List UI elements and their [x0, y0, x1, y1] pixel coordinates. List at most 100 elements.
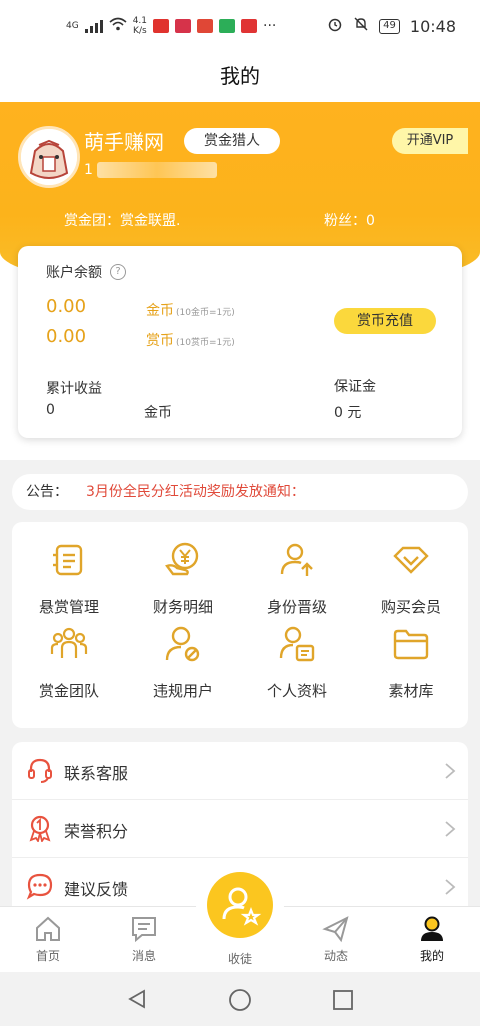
notice-bar[interactable]: 公告： 3月份全民分红活动奖励发放通知：	[12, 474, 468, 510]
recents-icon[interactable]	[332, 989, 354, 1011]
username: 萌手赚网	[84, 130, 164, 154]
notice-text[interactable]: 3月份全民分红活动奖励发放通知：	[86, 484, 305, 500]
notice-label: 公告：	[26, 484, 68, 500]
avatar-mascot-icon	[21, 129, 77, 185]
chevron-right-icon	[445, 821, 456, 837]
status-left: 4G 4.1 K/s ···	[66, 16, 276, 36]
grid-item-finance-detail[interactable]: 财务明细	[126, 540, 240, 630]
nav-mine[interactable]: 我的	[402, 915, 462, 964]
medal-icon	[29, 815, 51, 842]
profile-card-icon	[279, 626, 315, 662]
grid-item-material-library[interactable]: 素材库	[354, 624, 468, 714]
fans-count[interactable]: 粉丝：0	[324, 210, 375, 230]
person-icon	[421, 916, 443, 941]
diamond-icon	[393, 546, 429, 574]
nav-label: 我的	[419, 949, 444, 963]
account-card: 账户余额 ? 0.00 金币 (10金币=1元) 0.00 赏币 (10赏币=1元)…	[18, 246, 462, 438]
user-id-redacted	[96, 162, 217, 178]
grid-item-buy-membership[interactable]: 购买会员	[354, 540, 468, 630]
help-icon[interactable]: ?	[110, 264, 126, 280]
nav-label: 消息	[131, 949, 156, 963]
reward-rate: (10赏币=1元)	[176, 338, 235, 348]
yuan-coin-icon	[165, 542, 199, 576]
avatar[interactable]	[18, 126, 80, 188]
nav-recruit[interactable]	[207, 872, 273, 938]
grid-item-task-management[interactable]: 悬赏管理	[12, 540, 126, 630]
nav-label: 首页	[35, 949, 60, 963]
gold-unit-label: 金币	[146, 303, 174, 319]
battery-icon: 49	[379, 18, 400, 34]
grid-label: 购买会员	[380, 598, 441, 616]
app-notification-icon	[197, 19, 214, 33]
total-income-unit: 金币	[144, 405, 172, 421]
clock: 10:48	[409, 16, 456, 36]
role-badge: 赏金猎人	[184, 128, 280, 154]
menu-item-honor-points[interactable]: 荣誉积分	[12, 800, 468, 858]
home-circle-icon[interactable]	[228, 988, 252, 1012]
account-title-label: 账户余额	[46, 265, 102, 281]
deposit-value: 0 元	[334, 405, 362, 421]
menu-item-customer-service[interactable]: 联系客服	[12, 742, 468, 800]
gold-rate: (10金币=1元)	[176, 308, 235, 318]
back-icon[interactable]	[126, 988, 148, 1010]
menu-label: 荣誉积分	[64, 822, 129, 841]
nav-messages[interactable]: 消息	[114, 915, 174, 964]
paper-plane-icon	[322, 916, 349, 943]
account-title: 账户余额 ?	[46, 262, 126, 282]
recruit-icon	[222, 887, 262, 926]
gold-unit: 金币 (10金币=1元)	[146, 300, 235, 320]
folder-icon	[393, 629, 429, 660]
chevron-right-icon	[445, 879, 456, 895]
grid-item-bounty-team[interactable]: 赏金团队	[12, 624, 126, 714]
nav-label: 动态	[323, 949, 348, 963]
grid-label: 悬赏管理	[38, 598, 99, 616]
grid-label: 素材库	[388, 682, 434, 700]
grid-item-violation-users[interactable]: 违规用户	[126, 624, 240, 714]
status-bar: 4G 4.1 K/s ··· 49 10:48	[0, 0, 480, 52]
grid-label: 财务明细	[152, 598, 213, 616]
nav-home[interactable]: 首页	[18, 915, 78, 964]
app-notification-icon	[219, 19, 236, 33]
gold-balance: 0.00	[46, 296, 87, 317]
app-notification-icon	[241, 19, 258, 33]
home-icon	[36, 916, 60, 941]
menu-label: 联系客服	[64, 764, 129, 783]
grid-label: 身份晋级	[266, 598, 327, 616]
task-list-icon	[53, 544, 83, 576]
reward-balance: 0.00	[46, 326, 87, 347]
grid-label: 个人资料	[266, 682, 327, 700]
grid-item-identity-upgrade[interactable]: 身份晋级	[240, 540, 354, 630]
team-name[interactable]: 赏金团：赏金联盟.	[64, 210, 180, 230]
open-vip-button[interactable]: 开通VIP	[392, 128, 468, 154]
message-icon	[132, 917, 156, 943]
more-notifications-icon: ···	[263, 18, 277, 34]
team-icon	[50, 627, 88, 658]
grid-label: 赏金团队	[38, 682, 99, 700]
total-income-label: 累计收益	[46, 381, 102, 397]
system-nav-bar	[0, 972, 480, 1026]
deposit-label: 保证金	[334, 379, 376, 395]
app-notification-icon	[175, 19, 192, 33]
network-label: 4G	[66, 21, 79, 31]
page-title: 我的	[0, 52, 480, 102]
user-id-prefix: 1	[84, 162, 93, 178]
user-upgrade-icon	[280, 543, 313, 576]
recharge-button[interactable]: 赏币充值	[334, 308, 436, 334]
grid-item-personal-info[interactable]: 个人资料	[240, 624, 354, 714]
user-blocked-icon	[165, 626, 200, 662]
network-speed: 4.1 K/s	[132, 16, 148, 36]
user-id: 1	[84, 162, 217, 178]
alarm-icon	[327, 16, 343, 36]
grid-label: 违规用户	[152, 682, 213, 700]
total-income-value: 0	[46, 402, 55, 418]
nav-feed[interactable]: 动态	[306, 915, 366, 964]
nav-label: 收徒	[227, 952, 252, 966]
reward-unit-label: 赏币	[146, 333, 174, 349]
app-notification-icon	[153, 19, 170, 33]
signal-icon	[84, 19, 103, 33]
chat-bubble-icon	[26, 873, 53, 900]
reward-unit: 赏币 (10赏币=1元)	[146, 330, 235, 350]
headset-icon	[28, 758, 52, 783]
feature-grid: 悬赏管理 财务明细 身份晋级 购买会员 赏金团队 违规用户 个人资料 素材库	[12, 522, 468, 728]
status-right: 49 10:48	[327, 16, 456, 36]
